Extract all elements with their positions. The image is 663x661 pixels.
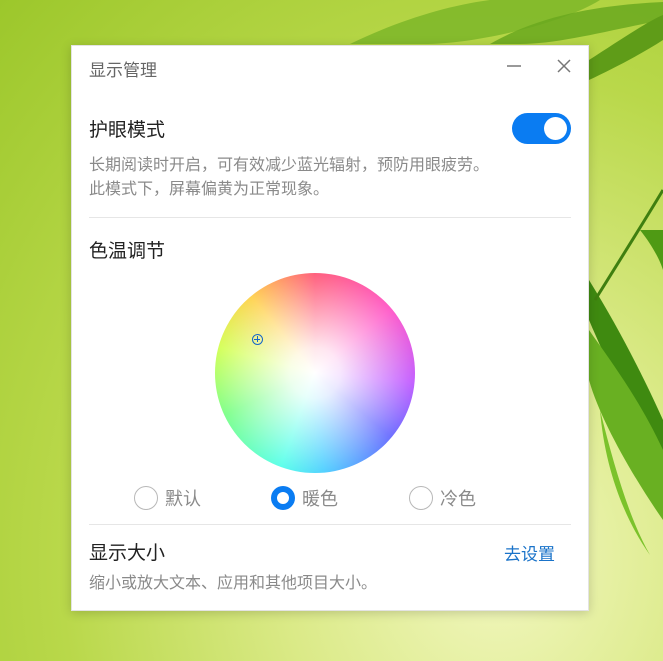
radio-warm-label: 暖色 <box>302 489 338 510</box>
radio-warm[interactable]: 暖色 <box>271 485 338 511</box>
radio-circle-checked <box>271 486 295 510</box>
display-size-description: 缩小或放大文本、应用和其他项目大小。 <box>89 573 378 592</box>
eye-protection-description: 长期阅读时开启，可有效减少蓝光辐射，预防用眼疲劳。 此模式下，屏幕偏黄为正常现象… <box>89 153 559 201</box>
color-picker-cursor-icon[interactable] <box>252 334 263 345</box>
color-temperature-title: 色温调节 <box>89 240 166 262</box>
close-button[interactable] <box>550 52 578 80</box>
display-size-title: 显示大小 <box>89 542 166 564</box>
divider <box>89 524 571 525</box>
radio-circle <box>134 486 158 510</box>
close-icon <box>557 59 571 73</box>
minimize-button[interactable] <box>500 52 528 80</box>
radio-circle <box>409 486 433 510</box>
color-wheel[interactable] <box>215 273 415 473</box>
display-management-dialog: 显示管理 护眼模式 长期阅读时开启，可有效减少蓝光辐射，预防用眼疲劳。 此模式下… <box>71 45 589 611</box>
radio-cool-label: 冷色 <box>440 489 476 510</box>
eye-protection-title: 护眼模式 <box>89 119 166 141</box>
divider <box>89 217 571 218</box>
eye-protection-toggle[interactable] <box>512 113 571 144</box>
radio-default-label: 默认 <box>165 489 201 510</box>
go-settings-link[interactable]: 去设置 <box>504 540 555 565</box>
minimize-icon <box>507 65 521 67</box>
toggle-knob <box>544 117 567 140</box>
dialog-title: 显示管理 <box>89 61 157 81</box>
eye-protection-desc-line2: 此模式下，屏幕偏黄为正常现象。 <box>89 179 330 198</box>
radio-default[interactable]: 默认 <box>134 485 201 511</box>
radio-cool[interactable]: 冷色 <box>409 485 476 511</box>
eye-protection-desc-line1: 长期阅读时开启，可有效减少蓝光辐射，预防用眼疲劳。 <box>89 155 490 174</box>
